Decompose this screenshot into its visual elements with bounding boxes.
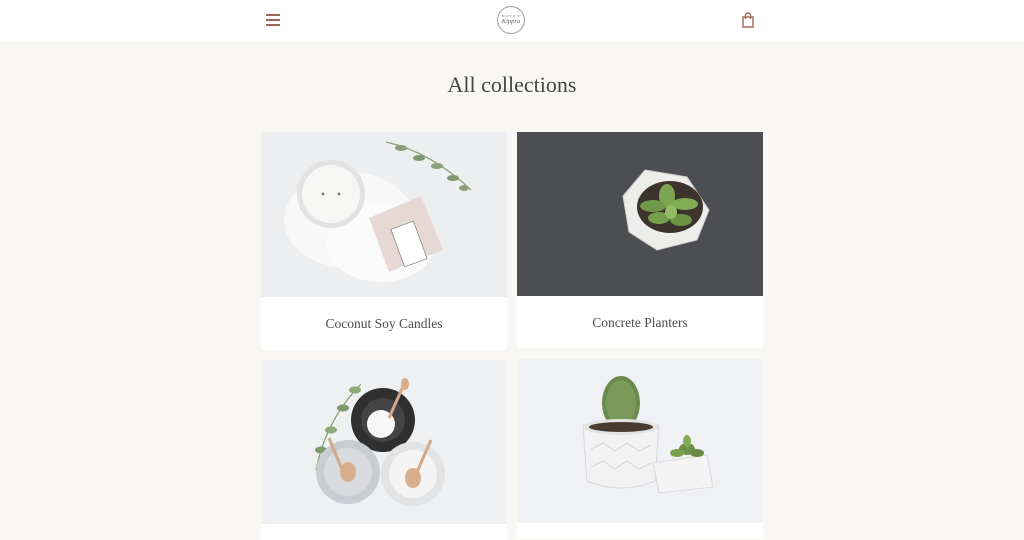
logo-text: Kippra	[501, 18, 521, 25]
site-logo[interactable]: BOUTIQUE Kippra	[497, 6, 525, 34]
collection-card[interactable]	[261, 360, 507, 540]
hamburger-icon-line	[266, 19, 280, 21]
hamburger-icon-line	[266, 24, 280, 26]
collection-image-planters	[517, 132, 763, 296]
collection-card-concrete-planters[interactable]: Concrete Planters	[517, 132, 763, 348]
shopping-bag-icon	[742, 12, 754, 28]
collection-card-coconut-soy-candles[interactable]: Coconut Soy Candles	[261, 132, 507, 350]
page-title: All collections	[447, 72, 577, 97]
collection-card[interactable]	[517, 359, 763, 539]
collection-title[interactable]: Concrete Planters	[517, 315, 763, 331]
collection-image-candles	[261, 132, 507, 297]
collection-title[interactable]: Coconut Soy Candles	[261, 316, 507, 332]
site-header: BOUTIQUE Kippra	[0, 0, 1024, 42]
cart-button[interactable]	[741, 12, 755, 28]
collection-image-bath-salts	[261, 360, 507, 524]
collection-image-cactus	[517, 359, 763, 523]
hamburger-icon-line	[266, 14, 280, 16]
menu-button[interactable]	[266, 14, 280, 26]
